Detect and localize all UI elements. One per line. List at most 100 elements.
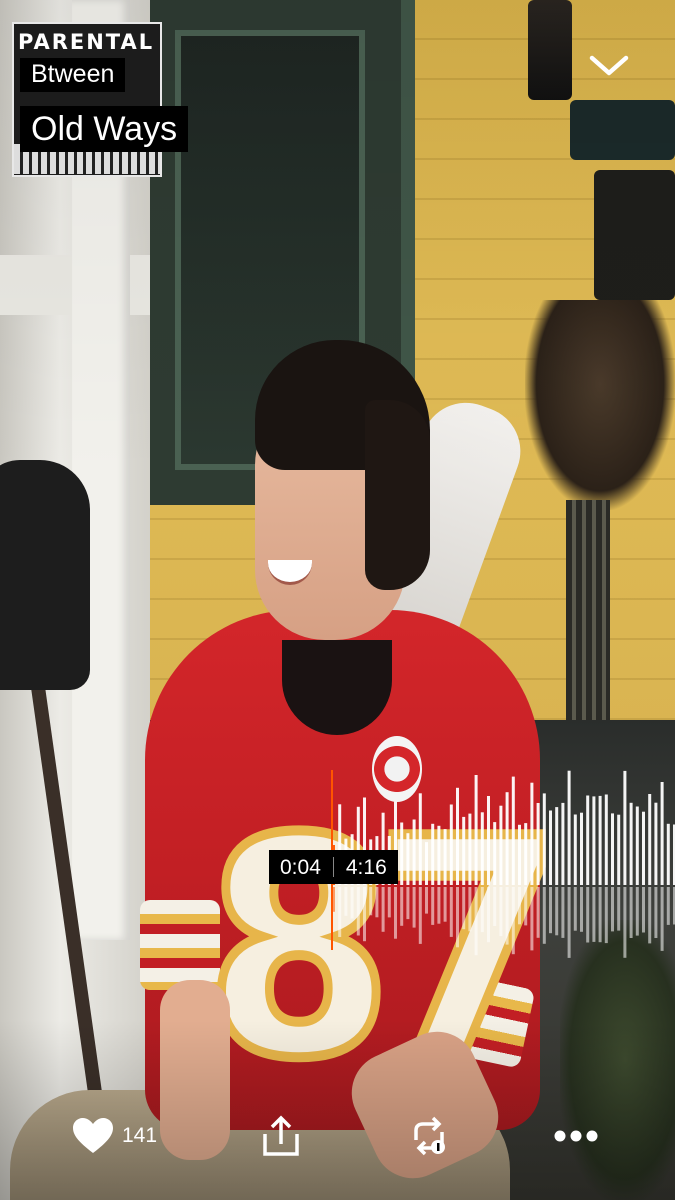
waveform-bar-reflection xyxy=(549,887,552,934)
waveform-bar xyxy=(456,787,459,885)
waveform-bar-reflection xyxy=(623,887,627,958)
waveform-bar xyxy=(604,794,608,885)
waveform-bar xyxy=(573,814,577,885)
waveform-bar-reflection xyxy=(580,887,583,932)
waveform-bar-reflection xyxy=(660,887,664,951)
waveform-bar xyxy=(406,833,410,885)
artwork-shade xyxy=(0,0,675,1200)
waveform-bar-reflection xyxy=(518,887,521,925)
waveform-bar-reflection xyxy=(666,887,670,925)
waveform-bar-reflection xyxy=(474,887,478,956)
waveform-bar-reflection xyxy=(431,887,435,925)
waveform-bar xyxy=(660,782,664,885)
waveform-bar-reflection xyxy=(344,887,348,916)
waveform-bar xyxy=(400,822,404,885)
total-duration: 4:16 xyxy=(345,855,387,879)
waveform-bar xyxy=(598,795,602,885)
waveform-bar xyxy=(611,813,614,885)
waveform-bar xyxy=(561,802,565,885)
waveform-bar-reflection xyxy=(555,887,559,936)
waveform-bar-reflection xyxy=(586,887,590,943)
waveform-bar-reflection xyxy=(524,887,528,926)
album-cover-thumbnail: PARENTAL xyxy=(12,22,162,177)
like-button[interactable]: 141 xyxy=(72,1116,157,1156)
waveform-bar-reflection xyxy=(437,887,441,924)
waveform-bar-reflection xyxy=(449,887,453,937)
like-count: 141 xyxy=(122,1124,158,1147)
waveform-bar xyxy=(666,823,670,885)
waveform-bar xyxy=(443,829,447,885)
waveform-bar-reflection xyxy=(635,887,639,936)
waveform-bar xyxy=(549,810,552,885)
waveform-bar-reflection xyxy=(629,887,633,938)
waveform-bar xyxy=(580,812,583,885)
waveform-bar xyxy=(437,825,441,885)
waveform-bar xyxy=(635,806,639,885)
artist-name[interactable]: Btween xyxy=(20,58,126,92)
waveform-bar xyxy=(462,816,466,885)
parental-advisory-logo: PARENTAL xyxy=(18,30,155,54)
waveform-bar-reflection xyxy=(654,887,658,938)
waveform-bar-reflection xyxy=(648,887,652,944)
waveform-bar-reflection xyxy=(412,887,416,928)
share-button[interactable] xyxy=(261,1114,301,1158)
time-display: 0:04 4:16 xyxy=(269,850,398,884)
waveform-bar xyxy=(542,793,546,885)
waveform-bar-reflection xyxy=(573,887,577,931)
waveform-bar-reflection xyxy=(530,887,534,951)
waveform-bar-reflection xyxy=(617,887,621,931)
waveform-bar-reflection xyxy=(592,887,596,942)
track-artwork: 87 xyxy=(0,0,675,1200)
share-icon xyxy=(263,1115,299,1156)
waveform-bar-reflection xyxy=(598,887,602,943)
waveform-bar-reflection xyxy=(350,887,354,919)
waveform-bar xyxy=(468,813,472,885)
waveform-bar xyxy=(648,794,652,885)
waveform-bar xyxy=(586,795,590,885)
repost-icon xyxy=(414,1116,445,1156)
waveform-bar-reflection xyxy=(567,887,571,958)
waveform-bar-reflection xyxy=(536,887,540,938)
waveform-bar-reflection xyxy=(468,887,472,932)
waveform-bar-reflection xyxy=(462,887,466,930)
waveform-bar-reflection xyxy=(394,887,397,939)
current-time: 0:04 xyxy=(280,855,321,879)
waveform-bar-reflection xyxy=(487,887,490,943)
waveform-bar xyxy=(474,775,478,885)
waveform-bar xyxy=(449,804,453,885)
waveform-bar xyxy=(642,811,645,885)
waveform-bar-reflection xyxy=(456,887,459,948)
waveform-bar-reflection xyxy=(356,887,360,936)
waveform-bar-reflection xyxy=(387,887,391,918)
waveform-bar xyxy=(493,822,497,885)
waveform-bar-reflection xyxy=(381,887,385,932)
waveform-bar xyxy=(480,812,484,885)
waveform-bar-reflection xyxy=(542,887,546,944)
waveform-bar-reflection xyxy=(425,887,428,914)
player-action-bar: 141 xyxy=(0,1108,675,1168)
waveform-bar xyxy=(567,770,571,885)
waveform-bar xyxy=(505,792,509,885)
waveform-bar xyxy=(654,802,658,885)
waveform-bar xyxy=(623,770,627,885)
waveform-bar-reflection xyxy=(493,887,497,926)
waveform-bar-reflection xyxy=(511,887,515,955)
minimize-player-button[interactable] xyxy=(586,48,632,82)
waveform-bar xyxy=(617,814,621,885)
heart-icon xyxy=(73,1118,113,1153)
waveform-bar xyxy=(412,819,416,885)
waveform-bar-reflection xyxy=(369,887,373,916)
waveform-bar xyxy=(511,776,515,885)
chevron-down-icon xyxy=(589,55,629,76)
waveform-bar-reflection xyxy=(363,887,366,942)
more-options-button[interactable] xyxy=(552,1122,600,1150)
repost-button[interactable] xyxy=(408,1116,450,1156)
waveform-bar-reflection xyxy=(400,887,404,926)
waveform-bar-reflection xyxy=(561,887,565,938)
waveform-bar xyxy=(536,803,540,885)
waveform-bar-reflection xyxy=(604,887,608,944)
waveform-bar-reflection xyxy=(443,887,447,922)
waveform-bar-reflection xyxy=(499,887,503,937)
track-title[interactable]: Old Ways xyxy=(20,106,189,152)
waveform-bar xyxy=(524,823,528,885)
